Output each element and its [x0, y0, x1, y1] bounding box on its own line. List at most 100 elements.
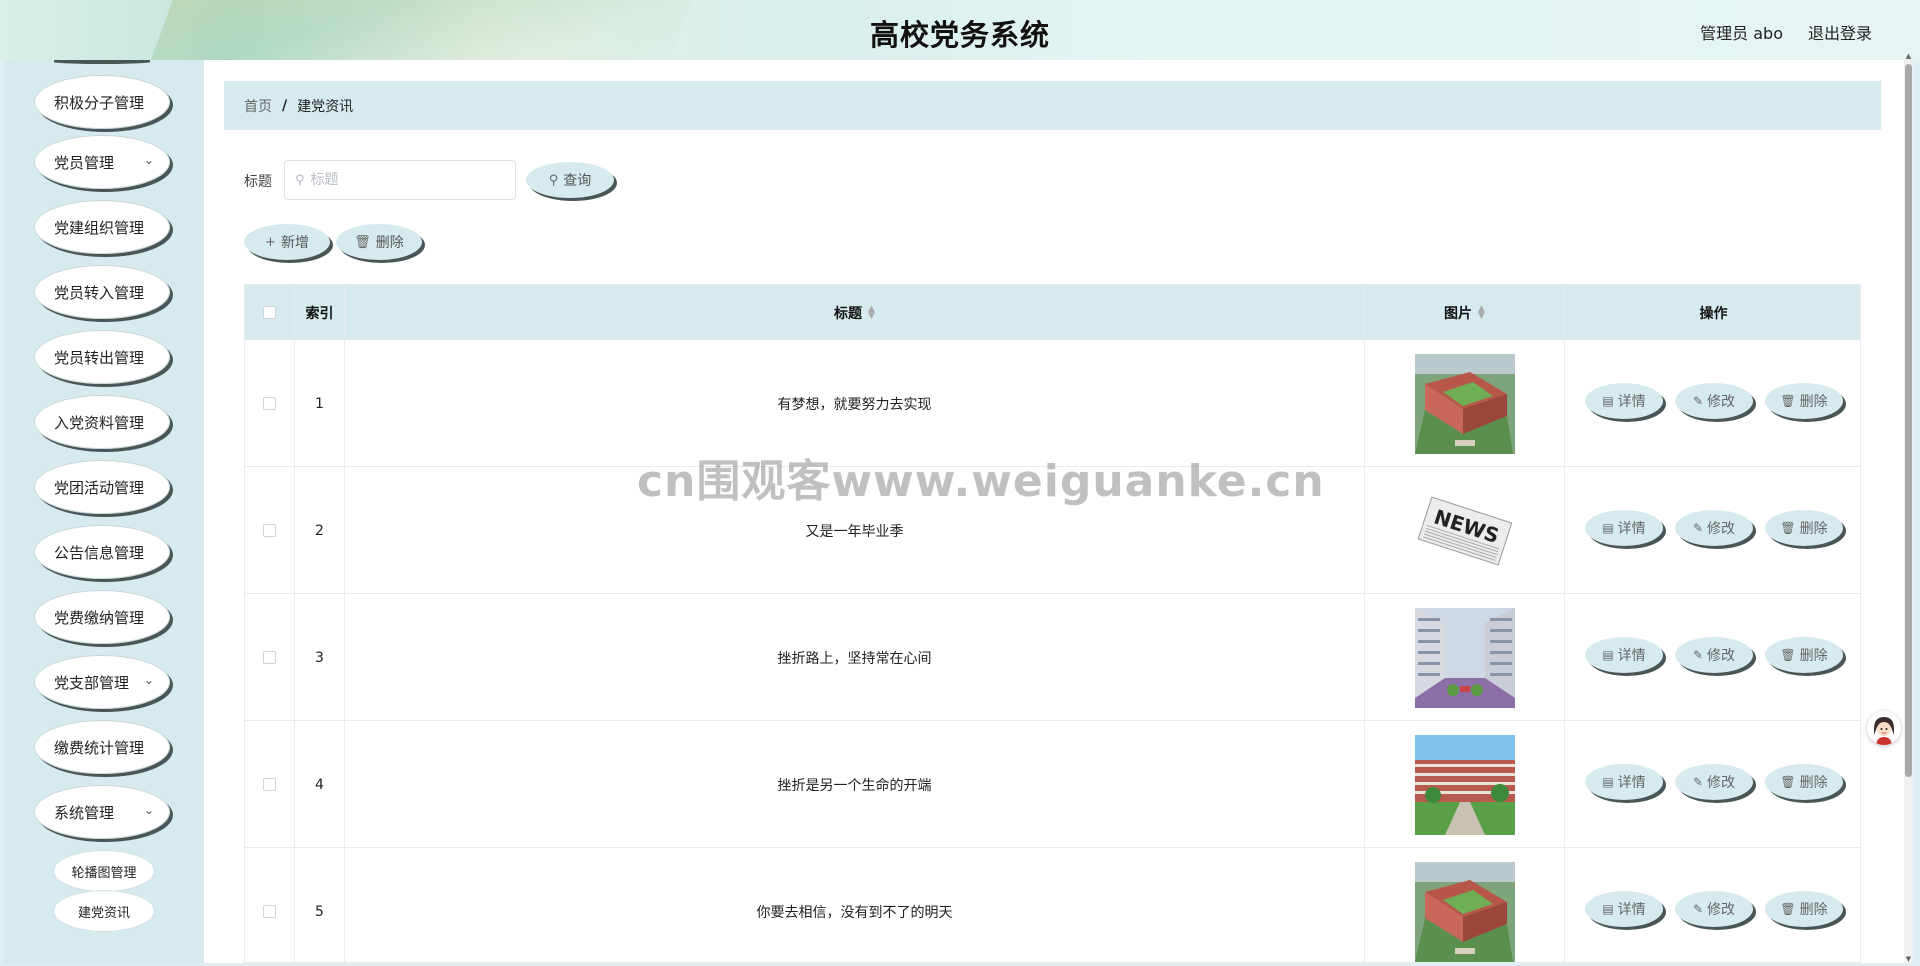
- page-scrollbar[interactable]: ▲ ▼: [1904, 52, 1913, 963]
- logout-link[interactable]: 退出登录: [1808, 20, 1872, 44]
- title-cell: 挫折是另一个生命的开端: [345, 721, 1365, 848]
- top-header: 高校党务系统 管理员 abo 退出登录: [0, 0, 1920, 60]
- row-checkbox[interactable]: [263, 524, 276, 537]
- delete-button[interactable]: 🗑︎ 删除: [1765, 383, 1843, 419]
- edit-button[interactable]: ✎ 修改: [1675, 510, 1753, 546]
- document-icon: ▤: [1602, 648, 1614, 662]
- pencil-icon: ✎: [1692, 648, 1704, 662]
- document-icon: ▤: [1602, 902, 1614, 916]
- sidebar-item-8[interactable]: 党费缴纳管理: [34, 590, 170, 644]
- delete-button[interactable]: 🗑︎ 删除: [1765, 510, 1843, 546]
- search-icon: ⚲: [548, 172, 559, 188]
- news-table: 索引 标题 ▲ ▼ 图片 ▲ ▼ 操作 1 有梦想，就要努力去实现 ▤ 详情 ✎ 修改 🗑︎ 删除…: [244, 284, 1861, 963]
- scroll-thumb[interactable]: [1905, 64, 1912, 777]
- row-checkbox[interactable]: [263, 397, 276, 410]
- batch-delete-button[interactable]: 🗑︎ 删除: [336, 224, 422, 260]
- detail-button[interactable]: ▤ 详情: [1585, 891, 1663, 927]
- detail-button[interactable]: ▤ 详情: [1585, 637, 1663, 673]
- sidebar-item-2[interactable]: 党建组织管理: [34, 200, 170, 254]
- plus-icon: +: [265, 234, 276, 250]
- detail-button-label: 详情: [1617, 775, 1646, 791]
- column-header-label: 图片: [1444, 305, 1473, 322]
- sidebar-item-1[interactable]: 党员管理 ⌄: [34, 135, 170, 189]
- sidebar-item-11[interactable]: 系统管理 ⌄: [34, 785, 170, 839]
- trash-icon: 🗑︎: [1780, 521, 1796, 535]
- row-checkbox[interactable]: [263, 778, 276, 791]
- sidebar-item-10[interactable]: 缴费统计管理: [34, 720, 170, 774]
- scroll-down-arrow[interactable]: ▼: [1904, 955, 1913, 963]
- detail-button[interactable]: ▤ 详情: [1585, 383, 1663, 419]
- delete-button[interactable]: 🗑︎ 删除: [1765, 637, 1843, 673]
- image-cell: NEWS: [1365, 467, 1565, 594]
- title-cell: 有梦想，就要努力去实现: [345, 340, 1365, 467]
- pencil-icon: ✎: [1692, 775, 1704, 789]
- sidebar-subitem-carousel[interactable]: 轮播图管理: [54, 851, 154, 891]
- sidebar-item-5[interactable]: 入党资料管理: [34, 395, 170, 449]
- news-thumbnail[interactable]: [1414, 353, 1515, 454]
- assistant-avatar[interactable]: [1867, 711, 1901, 745]
- scroll-up-arrow[interactable]: ▲: [1904, 52, 1913, 60]
- pencil-icon: ✎: [1692, 521, 1704, 535]
- delete-button[interactable]: 🗑︎ 删除: [1765, 891, 1843, 927]
- delete-button-label: 删除: [1799, 648, 1828, 664]
- news-thumbnail[interactable]: NEWS: [1414, 480, 1515, 581]
- query-button[interactable]: ⚲ 查询: [526, 162, 614, 198]
- table-row: 3 挫折路上，坚持常在心间 ▤ 详情 ✎ 修改 🗑︎ 删除: [245, 594, 1860, 721]
- batch-delete-label: 删除: [375, 235, 404, 251]
- column-header-title[interactable]: 标题 ▲ ▼: [345, 285, 1365, 340]
- pencil-icon: ✎: [1692, 394, 1704, 408]
- detail-button[interactable]: ▤ 详情: [1585, 764, 1663, 800]
- index-value: 5: [315, 903, 324, 920]
- title-search-input[interactable]: [310, 172, 491, 188]
- title-cell: 又是一年毕业季: [345, 467, 1365, 594]
- sidebar-item-7[interactable]: 公告信息管理: [34, 525, 170, 579]
- edit-button[interactable]: ✎ 修改: [1675, 891, 1753, 927]
- sort-icon[interactable]: ▲ ▼: [868, 304, 875, 320]
- column-header-label: 标题: [834, 305, 863, 322]
- news-thumbnail[interactable]: [1414, 861, 1515, 962]
- sidebar-subitem-party-news[interactable]: 建党资讯: [54, 891, 154, 931]
- sidebar-scrolled-item-edge: [54, 60, 150, 64]
- table-row: 1 有梦想，就要努力去实现 ▤ 详情 ✎ 修改 🗑︎ 删除: [245, 340, 1860, 467]
- detail-button-label: 详情: [1617, 902, 1646, 918]
- index-value: 1: [315, 395, 324, 412]
- sidebar-item-label: 系统管理: [54, 803, 115, 822]
- edit-button[interactable]: ✎ 修改: [1675, 637, 1753, 673]
- breadcrumb-home[interactable]: 首页: [244, 96, 272, 116]
- chevron-down-icon: ⌄: [143, 153, 154, 167]
- delete-button[interactable]: 🗑︎ 删除: [1765, 764, 1843, 800]
- table-header: 索引 标题 ▲ ▼ 图片 ▲ ▼ 操作: [245, 285, 1860, 340]
- news-thumbnail[interactable]: [1414, 734, 1515, 835]
- row-checkbox[interactable]: [263, 905, 276, 918]
- row-checkbox[interactable]: [263, 651, 276, 664]
- sidebar-item-0[interactable]: 积极分子管理: [34, 75, 170, 129]
- search-icon: ⚲: [295, 172, 305, 188]
- pencil-icon: ✎: [1692, 902, 1704, 916]
- sidebar-item-3[interactable]: 党员转入管理: [34, 265, 170, 319]
- image-cell: [1365, 848, 1565, 962]
- sidebar-item-6[interactable]: 党团活动管理: [34, 460, 170, 514]
- sidebar-item-9[interactable]: 党支部管理 ⌄: [34, 655, 170, 709]
- edit-button[interactable]: ✎ 修改: [1675, 383, 1753, 419]
- news-thumbnail[interactable]: [1414, 607, 1515, 708]
- trash-icon: 🗑︎: [1780, 648, 1796, 662]
- select-all-checkbox[interactable]: [263, 306, 276, 319]
- delete-button-label: 删除: [1799, 902, 1828, 918]
- sidebar-item-label: 缴费统计管理: [54, 738, 145, 757]
- sidebar-item-label: 党员管理: [54, 153, 115, 172]
- add-button[interactable]: + 新增: [244, 224, 330, 260]
- title-value: 又是一年毕业季: [805, 523, 904, 540]
- column-header-image[interactable]: 图片 ▲ ▼: [1365, 285, 1565, 340]
- detail-button[interactable]: ▤ 详情: [1585, 510, 1663, 546]
- column-header-actions: 操作: [1565, 285, 1860, 340]
- edit-button[interactable]: ✎ 修改: [1675, 764, 1753, 800]
- search-field[interactable]: ⚲: [284, 160, 516, 200]
- edit-button-label: 修改: [1707, 521, 1736, 537]
- current-user: 管理员 abo: [1700, 24, 1783, 43]
- sidebar-item-4[interactable]: 党员转出管理: [34, 330, 170, 384]
- index-cell: 2: [295, 467, 345, 594]
- sort-icon[interactable]: ▲ ▼: [1478, 304, 1485, 320]
- index-value: 3: [315, 649, 324, 666]
- title-cell: 你要去相信，没有到不了的明天: [345, 848, 1365, 962]
- title-value: 挫折是另一个生命的开端: [777, 777, 932, 794]
